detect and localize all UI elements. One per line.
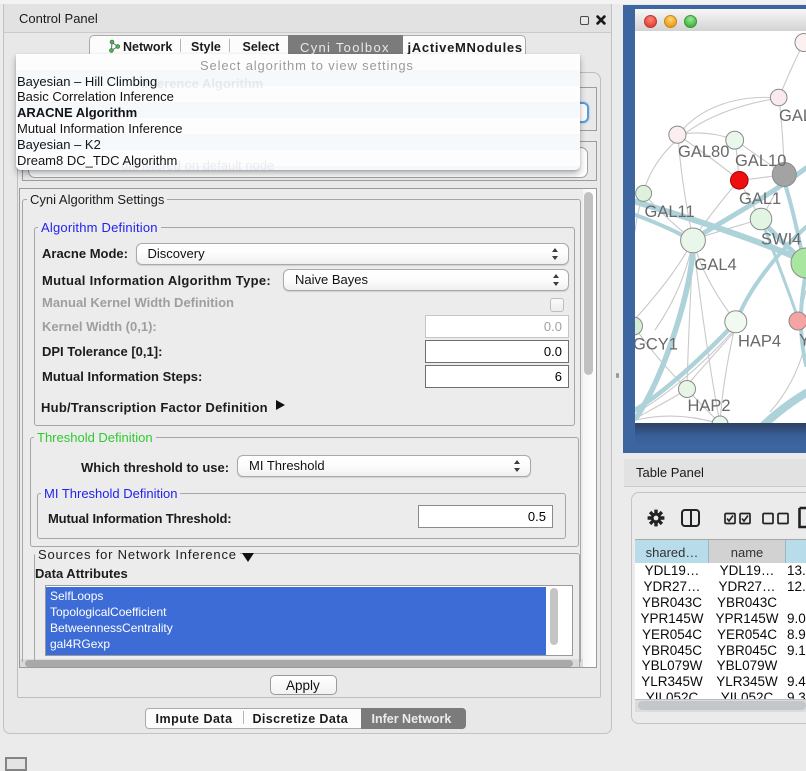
svg-text:GAL11: GAL11: [645, 203, 695, 221]
svg-text:HAP2: HAP2: [688, 397, 731, 415]
svg-text:HAP4: HAP4: [738, 333, 781, 351]
svg-text:GAL10: GAL10: [735, 152, 786, 170]
svg-text:GAL2: GAL2: [779, 107, 806, 125]
svg-text:GAL80: GAL80: [678, 143, 729, 161]
svg-text:GAL1: GAL1: [739, 190, 781, 208]
svg-text:SWI4: SWI4: [761, 231, 801, 249]
svg-text:GCY1: GCY1: [635, 336, 678, 354]
svg-text:GAL4: GAL4: [695, 256, 737, 274]
svg-text:YE: YE: [799, 332, 806, 350]
